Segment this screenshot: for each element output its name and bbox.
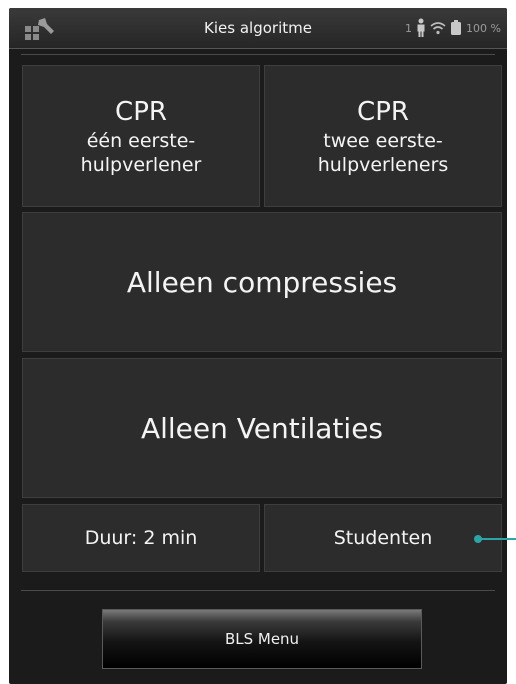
- divider: [21, 590, 495, 591]
- cpr-one-rescuer-button[interactable]: CPR één eerste- hulpverlener: [22, 65, 260, 207]
- tile-subtitle-2: hulpverlener: [80, 154, 202, 176]
- cpr-two-rescuers-button[interactable]: CPR twee eerste- hulpverleners: [264, 65, 502, 207]
- bls-menu-button[interactable]: BLS Menu: [102, 609, 422, 669]
- callout-dot: [474, 535, 482, 543]
- divider: [21, 54, 495, 55]
- tile-subtitle-1: twee eerste-: [323, 130, 443, 152]
- compressions-only-button[interactable]: Alleen compressies: [22, 212, 502, 352]
- user-count: 1: [405, 21, 413, 35]
- callout-line: [478, 538, 516, 540]
- students-button[interactable]: Studenten: [264, 504, 502, 572]
- battery-level: 100 %: [466, 21, 501, 35]
- ventilations-only-button[interactable]: Alleen Ventilaties: [22, 358, 502, 498]
- tile-subtitle-1: één eerste-: [86, 130, 196, 152]
- wifi-icon: [430, 22, 446, 35]
- tile-label: Alleen Ventilaties: [140, 411, 384, 445]
- tile-subtitle-2: hulpverleners: [317, 154, 449, 176]
- battery-icon: [451, 20, 462, 35]
- tile-label: Studenten: [333, 527, 433, 549]
- tile-title: CPR: [357, 97, 409, 127]
- tile-title: CPR: [115, 97, 167, 127]
- status-indicators: 1 100 %: [405, 8, 501, 48]
- duration-button[interactable]: Duur: 2 min: [22, 504, 260, 572]
- status-bar: Kies algoritme 1 100 %: [9, 8, 507, 49]
- person-icon: [417, 18, 425, 37]
- tile-label: Alleen compressies: [126, 265, 398, 299]
- device-screen: Kies algoritme 1 100 % CPR één eerste- h…: [9, 8, 507, 684]
- tile-label: Duur: 2 min: [84, 527, 198, 549]
